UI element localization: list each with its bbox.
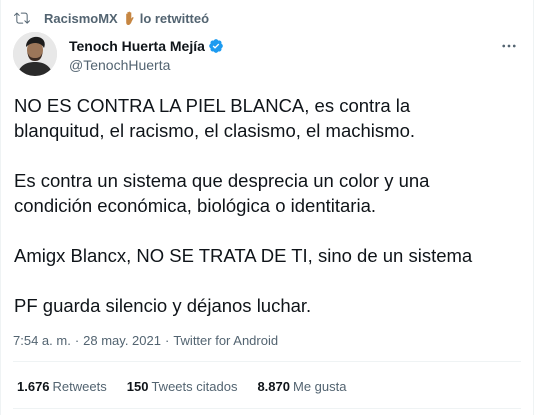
retweets-count: 1.676 (17, 378, 50, 394)
tweet-paragraph: Es contra un sistema que desprecia un co… (14, 170, 430, 216)
tweet-stats: 1.676 Retweets 150 Tweets citados 8.870 … (17, 376, 366, 396)
tweet-author-header: Tenoch Huerta Mejía @TenochHuerta (13, 30, 523, 78)
display-name-row: Tenoch Huerta Mejía (69, 36, 224, 56)
retweets-stat[interactable]: 1.676 Retweets (17, 379, 107, 394)
author-names: Tenoch Huerta Mejía @TenochHuerta (69, 36, 224, 73)
retweeter-name[interactable]: RacismoMX (44, 11, 118, 26)
avatar-photo (13, 32, 57, 76)
likes-count: 8.870 (257, 378, 290, 394)
quotes-count: 150 (126, 378, 149, 394)
raised-hand-emoji-icon (125, 11, 134, 25)
tweet-paragraph: NO ES CONTRA LA PIEL BLANCA, es contra l… (14, 95, 415, 141)
more-options-icon (502, 44, 516, 48)
tweet-paragraph: PF guarda silencio y déjanos luchar. (14, 295, 312, 316)
retweets-label: Retweets (52, 378, 107, 394)
author-display-name[interactable]: Tenoch Huerta Mejía (69, 38, 205, 54)
meta-separator: · (164, 332, 170, 348)
quotes-stat[interactable]: 150 Tweets citados (127, 379, 238, 394)
divider (13, 408, 521, 409)
avatar[interactable] (13, 32, 57, 76)
divider (13, 361, 521, 362)
tweet-date[interactable]: 28 may. 2021 (83, 333, 161, 348)
more-options-button[interactable] (499, 36, 519, 56)
social-context: RacismoMX lo retwitteó (13, 9, 209, 27)
author-handle[interactable]: @TenochHuerta (69, 57, 224, 73)
verified-badge-icon (209, 38, 223, 53)
meta-separator: · (74, 332, 80, 348)
tweet-text: NO ES CONTRA LA PIEL BLANCA, es contra l… (14, 93, 519, 318)
tweet-source[interactable]: Twitter for Android (173, 333, 278, 348)
tweet-meta: 7:54 a. m. · 28 may. 2021 · Twitter for … (13, 331, 278, 349)
quotes-label: Tweets citados (151, 378, 238, 394)
likes-stat[interactable]: 8.870 Me gusta (257, 379, 346, 394)
tweet-time[interactable]: 7:54 a. m. (13, 333, 71, 348)
tweet-paragraph: Amigx Blancx, NO SE TRATA DE TI, sino de… (14, 245, 473, 266)
retweet-action-label: lo retwitteó (139, 10, 210, 26)
retweet-icon (14, 12, 30, 24)
likes-label: Me gusta (293, 378, 347, 394)
tweet-detail-card: RacismoMX lo retwitteó Tenoch Huerta Mej… (0, 0, 534, 415)
